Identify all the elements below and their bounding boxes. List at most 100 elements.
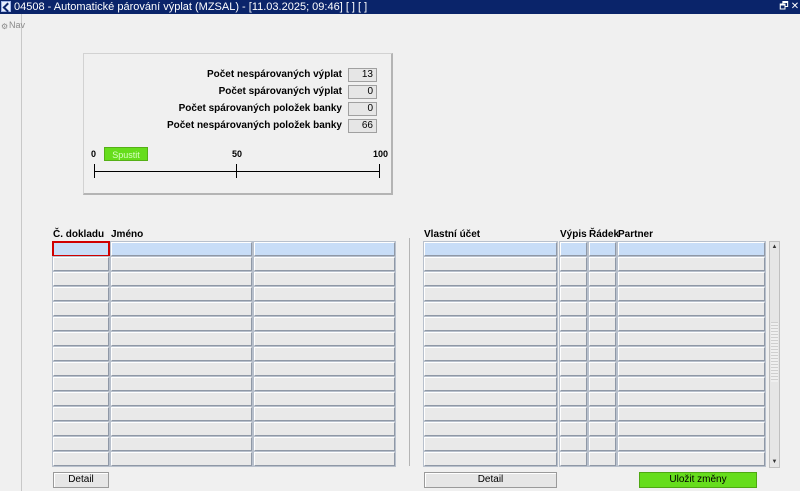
close-icon[interactable]: ✕ xyxy=(790,0,800,14)
save-changes-button[interactable]: Uložit změny xyxy=(639,472,757,488)
table-cell[interactable] xyxy=(588,301,617,317)
table-cell[interactable] xyxy=(52,406,110,422)
table-cell[interactable] xyxy=(253,316,396,332)
restore-icon[interactable]: 🗗 xyxy=(779,0,789,14)
table-cell[interactable] xyxy=(253,256,396,272)
table-cell[interactable] xyxy=(617,301,766,317)
table-cell[interactable] xyxy=(559,406,588,422)
table-cell[interactable] xyxy=(253,406,396,422)
table-cell[interactable] xyxy=(52,451,110,467)
table-cell[interactable] xyxy=(559,421,588,437)
table-cell[interactable] xyxy=(110,316,253,332)
table-cell[interactable] xyxy=(423,451,558,467)
table-cell[interactable] xyxy=(588,376,617,392)
table-cell[interactable] xyxy=(588,406,617,422)
table-cell[interactable] xyxy=(559,286,588,302)
table-cell[interactable] xyxy=(110,331,253,347)
table-cell[interactable] xyxy=(52,256,110,272)
scroll-up-icon[interactable]: ▲ xyxy=(770,242,779,252)
table-cell[interactable] xyxy=(253,271,396,287)
table-cell[interactable] xyxy=(588,316,617,332)
left-detail-button[interactable]: Detail xyxy=(53,472,109,488)
table-cell[interactable] xyxy=(559,436,588,452)
table-cell[interactable] xyxy=(52,346,110,362)
table-cell[interactable] xyxy=(423,406,558,422)
table-cell[interactable] xyxy=(110,436,253,452)
table-cell[interactable] xyxy=(52,376,110,392)
table-cell[interactable] xyxy=(110,406,253,422)
table-cell[interactable] xyxy=(617,346,766,362)
table-cell[interactable] xyxy=(110,346,253,362)
table-cell[interactable] xyxy=(617,361,766,377)
table-cell[interactable] xyxy=(588,331,617,347)
table-cell[interactable] xyxy=(423,421,558,437)
table-cell[interactable] xyxy=(559,376,588,392)
table-cell[interactable] xyxy=(617,406,766,422)
table-cell[interactable] xyxy=(52,421,110,437)
table-cell[interactable] xyxy=(588,361,617,377)
table-cell[interactable] xyxy=(253,346,396,362)
table-cell[interactable] xyxy=(52,361,110,377)
right-detail-button[interactable]: Detail xyxy=(424,472,557,488)
table-cell[interactable] xyxy=(253,451,396,467)
table-cell[interactable] xyxy=(588,436,617,452)
table-cell[interactable] xyxy=(588,451,617,467)
table-cell[interactable] xyxy=(110,421,253,437)
table-cell[interactable] xyxy=(52,271,110,287)
scroll-down-icon[interactable]: ▼ xyxy=(770,457,779,467)
table-cell[interactable] xyxy=(110,301,253,317)
table-cell[interactable] xyxy=(617,436,766,452)
table-cell[interactable] xyxy=(588,391,617,407)
table-cell[interactable] xyxy=(423,346,558,362)
table-cell[interactable] xyxy=(559,451,588,467)
table-cell[interactable] xyxy=(423,256,558,272)
table-cell[interactable] xyxy=(253,421,396,437)
scroll-grip[interactable] xyxy=(771,322,778,382)
table-cell[interactable] xyxy=(559,331,588,347)
table-cell[interactable] xyxy=(253,331,396,347)
table-cell[interactable] xyxy=(617,271,766,287)
right-table-scrollbar[interactable]: ▲ ▼ xyxy=(769,241,780,468)
table-cell[interactable] xyxy=(423,436,558,452)
table-cell[interactable] xyxy=(253,301,396,317)
start-button[interactable]: Spustit xyxy=(104,147,148,161)
table-cell[interactable] xyxy=(253,391,396,407)
table-cell[interactable] xyxy=(617,241,766,257)
table-cell[interactable] xyxy=(110,286,253,302)
table-cell[interactable] xyxy=(423,361,558,377)
table-cell[interactable] xyxy=(559,316,588,332)
table-cell[interactable] xyxy=(617,421,766,437)
table-cell[interactable] xyxy=(559,361,588,377)
table-cell[interactable] xyxy=(588,286,617,302)
table-cell[interactable] xyxy=(617,256,766,272)
table-cell[interactable] xyxy=(253,361,396,377)
table-cell[interactable] xyxy=(52,331,110,347)
table-cell[interactable] xyxy=(253,376,396,392)
table-cell[interactable] xyxy=(559,256,588,272)
table-cell[interactable] xyxy=(559,271,588,287)
table-cell[interactable] xyxy=(52,436,110,452)
table-cell[interactable] xyxy=(110,451,253,467)
table-cell[interactable] xyxy=(52,241,110,257)
table-cell[interactable] xyxy=(588,421,617,437)
table-cell[interactable] xyxy=(110,391,253,407)
table-cell[interactable] xyxy=(423,376,558,392)
table-cell[interactable] xyxy=(253,286,396,302)
table-cell[interactable] xyxy=(110,361,253,377)
table-cell[interactable] xyxy=(253,436,396,452)
table-cell[interactable] xyxy=(423,286,558,302)
table-cell[interactable] xyxy=(588,346,617,362)
table-cell[interactable] xyxy=(423,391,558,407)
table-cell[interactable] xyxy=(52,301,110,317)
table-cell[interactable] xyxy=(559,241,588,257)
table-cell[interactable] xyxy=(423,241,558,257)
table-cell[interactable] xyxy=(110,271,253,287)
table-cell[interactable] xyxy=(559,391,588,407)
table-cell[interactable] xyxy=(617,331,766,347)
table-cell[interactable] xyxy=(617,376,766,392)
table-cell[interactable] xyxy=(253,241,396,257)
table-cell[interactable] xyxy=(588,256,617,272)
table-cell[interactable] xyxy=(617,391,766,407)
table-cell[interactable] xyxy=(423,271,558,287)
table-cell[interactable] xyxy=(110,256,253,272)
